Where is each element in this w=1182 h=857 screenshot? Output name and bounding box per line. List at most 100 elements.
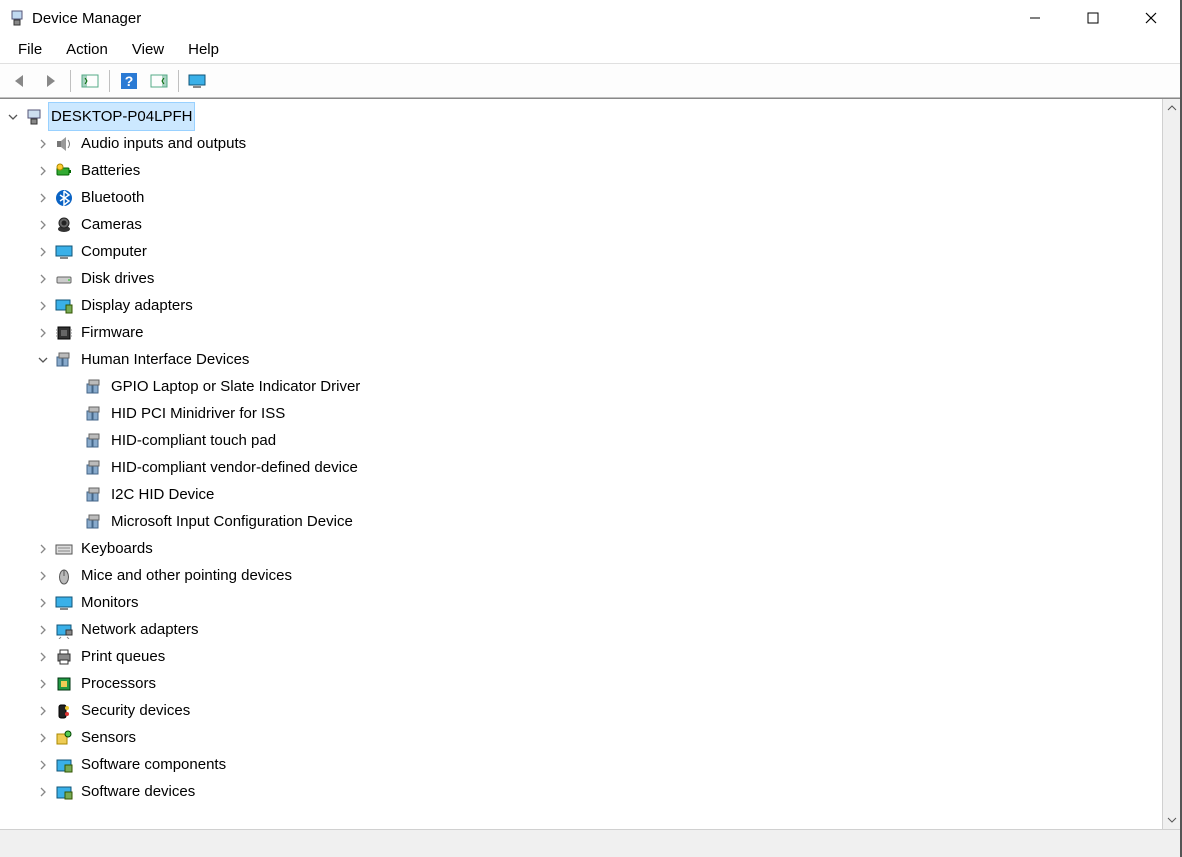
tree-category-label[interactable]: Mice and other pointing devices [78,562,295,589]
tree-category[interactable]: Processors [4,670,1162,697]
tree-device-label[interactable]: HID PCI Minidriver for ISS [108,400,288,427]
tree-category-label[interactable]: Keyboards [78,535,156,562]
tree-category[interactable]: Print queues [4,643,1162,670]
toolbar-separator [70,70,71,92]
tree-category-label[interactable]: Display adapters [78,292,196,319]
menu-action[interactable]: Action [54,37,120,62]
tree-category-label[interactable]: Human Interface Devices [78,346,252,373]
device-tree[interactable]: DESKTOP-P04LPFHAudio inputs and outputsB… [0,99,1162,829]
tree-category-label[interactable]: Monitors [78,589,142,616]
tree-category[interactable]: Security devices [4,697,1162,724]
tree-device[interactable]: I2C HID Device [4,481,1162,508]
toolbar-separator [109,70,110,92]
tree-device-label[interactable]: HID-compliant touch pad [108,427,279,454]
tree-category-label[interactable]: Disk drives [78,265,157,292]
chevron-down-icon[interactable] [34,351,52,369]
tree-device[interactable]: Microsoft Input Configuration Device [4,508,1162,535]
chevron-right-icon[interactable] [34,729,52,747]
chevron-right-icon[interactable] [34,783,52,801]
tree-category[interactable]: Keyboards [4,535,1162,562]
minimize-button[interactable] [1006,0,1064,36]
chevron-right-icon[interactable] [34,540,52,558]
close-button[interactable] [1122,0,1180,36]
menu-file[interactable]: File [6,37,54,62]
tree-device[interactable]: HID-compliant touch pad [4,427,1162,454]
tree-device[interactable]: HID-compliant vendor-defined device [4,454,1162,481]
vertical-scrollbar[interactable] [1162,99,1180,829]
tree-category[interactable]: Firmware [4,319,1162,346]
tree-root-label[interactable]: DESKTOP-P04LPFH [48,102,195,131]
tree-category[interactable]: Mice and other pointing devices [4,562,1162,589]
chevron-right-icon[interactable] [34,135,52,153]
chevron-right-icon[interactable] [34,216,52,234]
chevron-right-icon[interactable] [34,621,52,639]
tree-category[interactable]: Monitors [4,589,1162,616]
tree-category-label[interactable]: Security devices [78,697,193,724]
chevron-right-icon[interactable] [34,756,52,774]
titlebar: Device Manager [0,0,1180,36]
tree-device[interactable]: GPIO Laptop or Slate Indicator Driver [4,373,1162,400]
tree-device-label[interactable]: GPIO Laptop or Slate Indicator Driver [108,373,363,400]
tree-category-label[interactable]: Software devices [78,778,198,805]
tree-category-label[interactable]: Bluetooth [78,184,147,211]
tree-category[interactable]: Cameras [4,211,1162,238]
keyboard-icon [54,539,74,559]
properties-button[interactable] [144,68,174,94]
scroll-down-button[interactable] [1163,811,1180,829]
chevron-right-icon[interactable] [34,675,52,693]
chevron-right-icon[interactable] [34,594,52,612]
tree-category[interactable]: Network adapters [4,616,1162,643]
tree-device-label[interactable]: HID-compliant vendor-defined device [108,454,361,481]
tree-category-label[interactable]: Sensors [78,724,139,751]
tree-category[interactable]: Computer [4,238,1162,265]
tree-category-label[interactable]: Batteries [78,157,143,184]
tree-device-label[interactable]: I2C HID Device [108,481,217,508]
chip-icon [54,323,74,343]
tree-category[interactable]: Human Interface Devices [4,346,1162,373]
toolbar-separator [178,70,179,92]
chevron-right-icon[interactable] [34,324,52,342]
tree-category-label[interactable]: Network adapters [78,616,202,643]
tree-category-label[interactable]: Cameras [78,211,145,238]
cpu-icon [54,674,74,694]
chevron-right-icon[interactable] [34,162,52,180]
camera-icon [54,215,74,235]
chevron-right-icon[interactable] [34,270,52,288]
tree-category-label[interactable]: Firmware [78,319,147,346]
tree-device[interactable]: HID PCI Minidriver for ISS [4,400,1162,427]
tree-category[interactable]: Audio inputs and outputs [4,130,1162,157]
chevron-right-icon[interactable] [34,297,52,315]
scan-hardware-button[interactable] [183,68,213,94]
help-button[interactable]: ? [114,68,144,94]
tree-category[interactable]: Disk drives [4,265,1162,292]
forward-button[interactable] [36,68,66,94]
menu-help[interactable]: Help [176,37,231,62]
tree-category[interactable]: Software components [4,751,1162,778]
tree-category[interactable]: Batteries [4,157,1162,184]
scroll-up-button[interactable] [1163,99,1180,117]
chevron-right-icon[interactable] [34,648,52,666]
tree-device-label[interactable]: Microsoft Input Configuration Device [108,508,356,535]
tree-category[interactable]: Bluetooth [4,184,1162,211]
chevron-right-icon[interactable] [34,567,52,585]
chevron-right-icon[interactable] [34,243,52,261]
chevron-right-icon[interactable] [34,189,52,207]
tree-root[interactable]: DESKTOP-P04LPFH [4,103,1162,130]
tree-category[interactable]: Display adapters [4,292,1162,319]
back-button[interactable] [6,68,36,94]
tree-category-label[interactable]: Processors [78,670,159,697]
chevron-right-icon[interactable] [34,702,52,720]
chevron-down-icon[interactable] [4,108,22,126]
tree-category-label[interactable]: Computer [78,238,150,265]
tree-category-label[interactable]: Software components [78,751,229,778]
tree-category[interactable]: Sensors [4,724,1162,751]
tree-category-label[interactable]: Print queues [78,643,168,670]
tree-category-label[interactable]: Audio inputs and outputs [78,130,249,157]
show-hide-console-tree-button[interactable] [75,68,105,94]
printer-icon [54,647,74,667]
menubar: File Action View Help [0,36,1180,64]
window-controls [1006,0,1180,36]
maximize-button[interactable] [1064,0,1122,36]
tree-category[interactable]: Software devices [4,778,1162,805]
menu-view[interactable]: View [120,37,176,62]
